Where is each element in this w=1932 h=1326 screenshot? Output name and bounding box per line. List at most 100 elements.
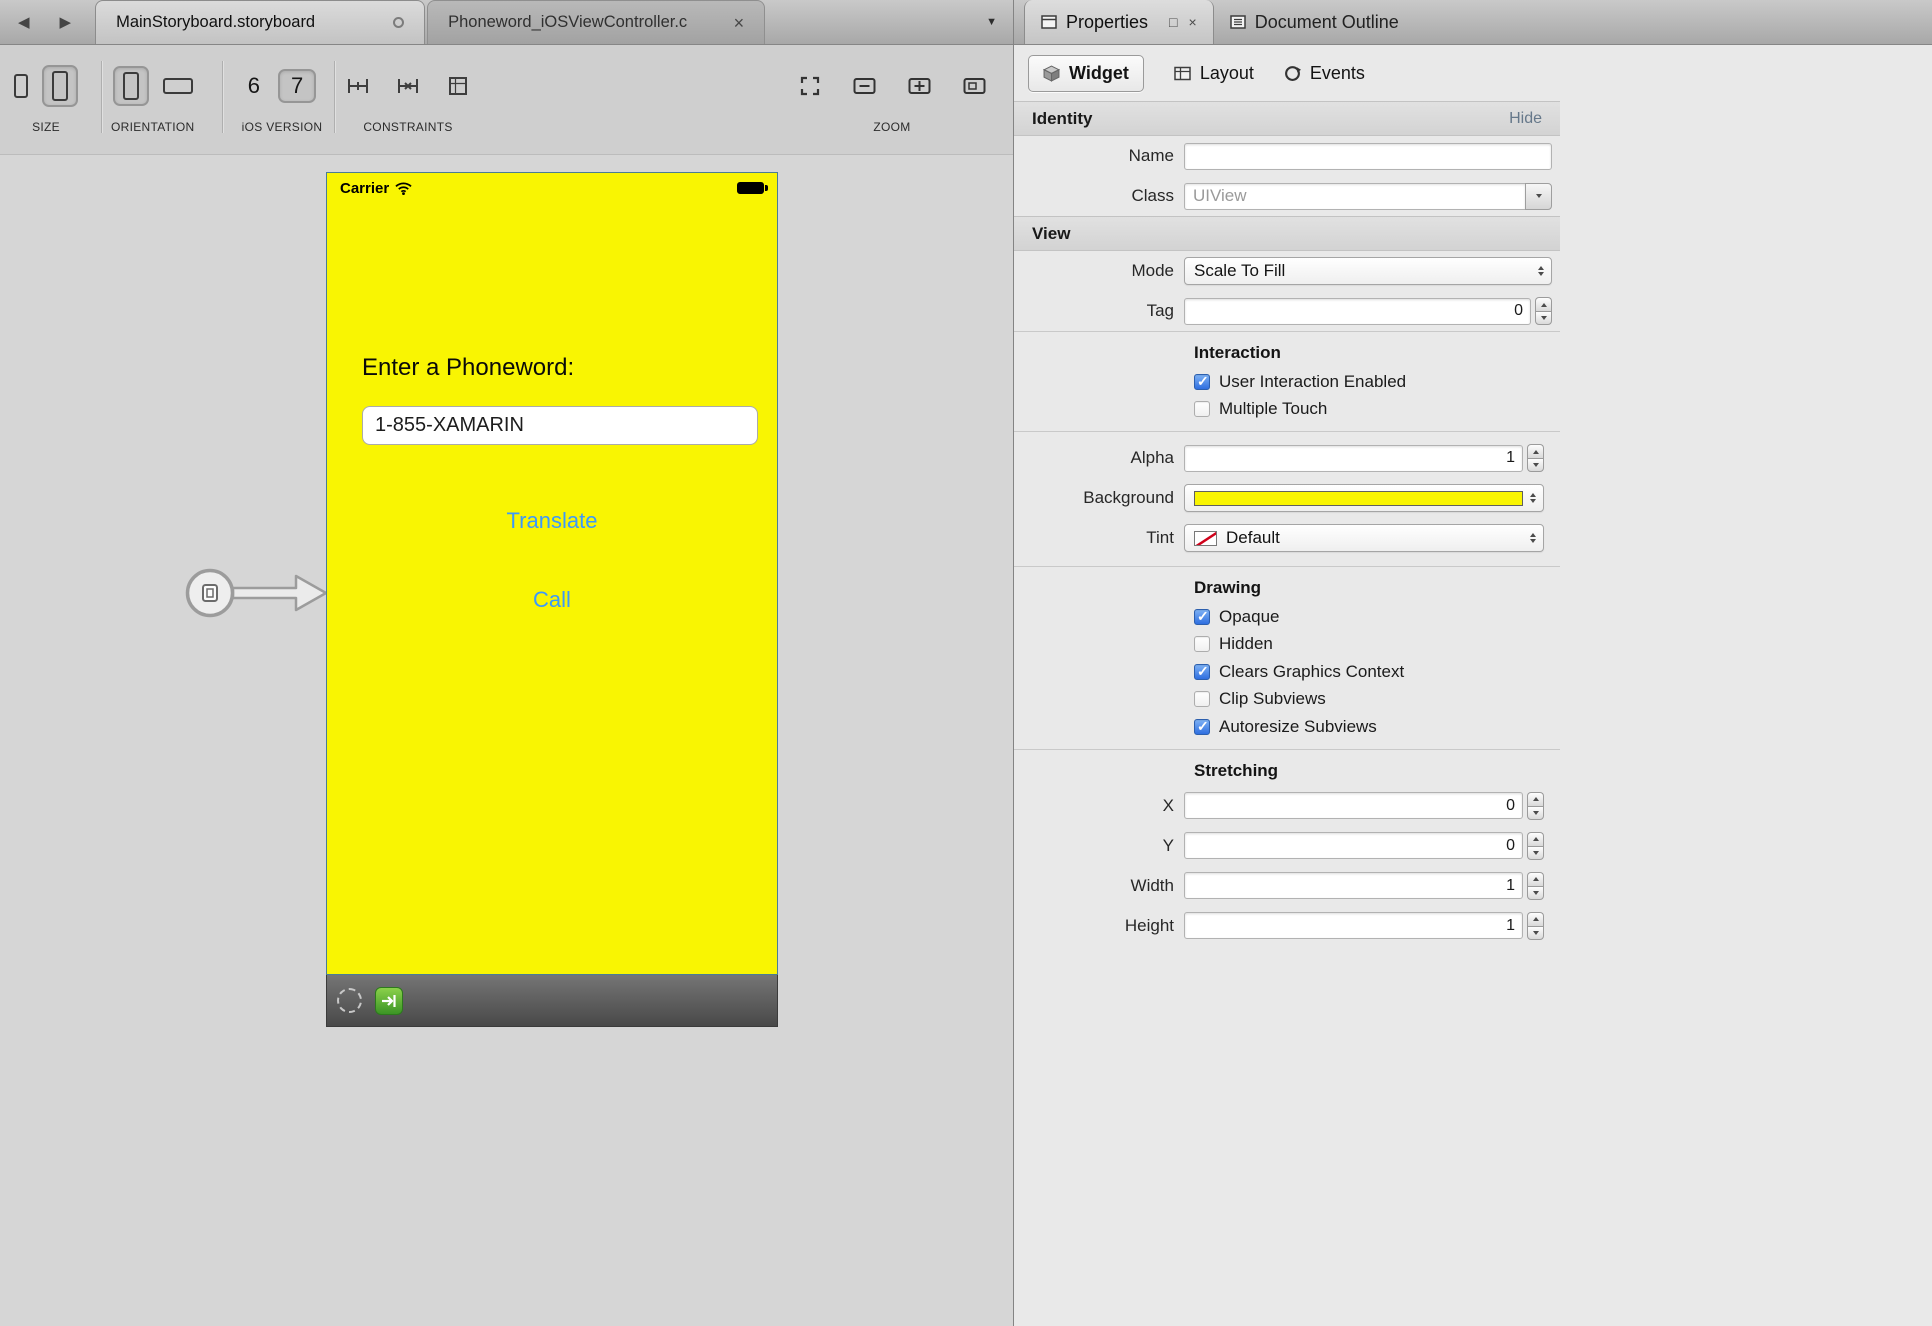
width-stepper[interactable] [1527,872,1544,900]
back-icon[interactable]: ◀ [18,13,30,31]
width-constraint-icon[interactable] [345,73,371,99]
stretch-y-row: Y [1014,826,1552,866]
zoom-in-icon[interactable] [906,73,933,99]
phoneword-input[interactable] [362,406,758,445]
x-input[interactable] [1184,792,1523,819]
tag-input[interactable] [1184,298,1531,325]
inspector-tab-bar: Properties □ × Document Outline [1014,0,1932,45]
ios6-button[interactable]: 6 [248,73,260,99]
stepper-up[interactable] [1527,444,1544,458]
name-input[interactable] [1184,143,1552,170]
popup-arrows-icon [1538,266,1544,277]
close-panel-icon[interactable]: × [1189,14,1197,30]
initial-view-controller-arrow[interactable] [183,562,329,624]
translate-button[interactable]: Translate [327,508,777,534]
subtab-events[interactable]: Events [1284,63,1365,84]
stepper-up[interactable] [1527,792,1544,806]
call-button[interactable]: Call [327,587,777,613]
stepper-down[interactable] [1527,886,1544,900]
nav-history: ◀ ▶ [0,0,95,44]
x-stepper[interactable] [1527,792,1544,820]
frame-constraint-icon[interactable] [445,73,471,99]
checkbox-row: User Interaction Enabled [1014,368,1552,396]
opaque-checkbox[interactable] [1194,609,1210,625]
mode-dropdown[interactable]: Scale To Fill [1184,257,1552,285]
zoom-out-icon[interactable] [851,73,878,99]
portrait-icon [123,72,139,100]
fullscreen-icon[interactable] [797,73,823,99]
orientation-portrait-selected[interactable] [113,66,149,106]
subtab-widget[interactable]: Widget [1028,55,1144,92]
size-4inch-selected[interactable] [42,65,78,107]
view-controller-dock [326,975,778,1027]
tab-viewcontroller[interactable]: Phoneword_iOSViewController.c × [427,0,765,44]
class-row: Class UIView [1014,176,1560,216]
exit-segue-icon[interactable] [375,987,403,1015]
multiple-touch-checkbox[interactable] [1194,401,1210,417]
hidden-checkbox[interactable] [1194,636,1210,652]
phoneword-prompt-label[interactable]: Enter a Phoneword: [362,354,574,382]
stepper-down[interactable] [1535,311,1552,325]
tab-mainstoryboard[interactable]: MainStoryboard.storyboard [95,0,425,44]
tint-dropdown[interactable]: Default [1184,524,1544,552]
background-color-dropdown[interactable] [1184,484,1544,512]
alpha-stepper[interactable] [1527,444,1544,472]
actual-size-icon[interactable] [961,73,988,99]
stepper-down[interactable] [1527,458,1544,472]
y-input[interactable] [1184,832,1523,859]
designer-window: ◀ ▶ MainStoryboard.storyboard Phoneword_… [0,0,1932,1326]
subtab-layout[interactable]: Layout [1174,63,1254,84]
checkbox-row: Clip Subviews [1014,686,1552,714]
user-interaction-checkbox[interactable] [1194,374,1210,390]
stepper-up[interactable] [1535,297,1552,311]
tab-properties[interactable]: Properties □ × [1024,0,1214,44]
class-combobox[interactable]: UIView [1184,183,1552,210]
height-input[interactable] [1184,912,1523,939]
checkbox-label: Clip Subviews [1219,689,1326,709]
autoresize-subviews-checkbox[interactable] [1194,719,1210,735]
no-color-swatch [1194,531,1217,546]
class-value[interactable]: UIView [1184,183,1525,210]
stepper-up[interactable] [1527,832,1544,846]
size-3.5inch-icon[interactable] [14,74,28,98]
tint-row: Tint Default [1014,518,1552,558]
design-canvas[interactable]: Carrier Enter a Phoneword: Transl [0,155,1013,1326]
class-dropdown-button[interactable] [1525,183,1552,210]
tab-overflow-icon[interactable]: ▼ [986,16,997,28]
checkbox-label: Multiple Touch [1219,399,1327,419]
height-stepper[interactable] [1527,912,1544,940]
y-stepper[interactable] [1527,832,1544,860]
uiview-canvas[interactable]: Carrier Enter a Phoneword: Transl [326,172,778,975]
stepper-down[interactable] [1527,926,1544,940]
designer-toolbar: SIZE ORIENTATION 6 7 [0,45,1013,155]
ios-version-group-label: iOS VERSION [242,120,323,134]
width-input[interactable] [1184,872,1523,899]
drawing-header: Drawing [1014,573,1552,603]
x-label: X [1014,796,1184,816]
close-tab-icon[interactable]: × [734,14,745,32]
subtab-label: Widget [1069,63,1129,84]
detach-panel-icon[interactable]: □ [1169,14,1177,30]
landscape-icon[interactable] [163,78,193,94]
events-icon [1284,65,1301,82]
view-controller[interactable]: Carrier Enter a Phoneword: Transl [326,172,778,1027]
first-responder-icon[interactable] [337,988,362,1013]
alpha-input[interactable] [1184,445,1523,472]
remove-constraint-icon[interactable] [395,73,421,99]
stepper-up[interactable] [1527,872,1544,886]
hide-link[interactable]: Hide [1509,110,1542,128]
checkbox-label: Hidden [1219,634,1273,654]
interaction-header: Interaction [1014,338,1552,368]
clears-graphics-context-checkbox[interactable] [1194,664,1210,680]
stepper-up[interactable] [1527,912,1544,926]
stepper-down[interactable] [1527,806,1544,820]
popup-arrows-icon [1530,493,1536,504]
clip-subviews-checkbox[interactable] [1194,691,1210,707]
stepper-down[interactable] [1527,846,1544,860]
tag-stepper[interactable] [1535,297,1552,325]
mode-value: Scale To Fill [1194,261,1531,281]
tab-document-outline[interactable]: Document Outline [1214,0,1415,44]
stretch-width-row: Width [1014,866,1552,906]
forward-icon[interactable]: ▶ [60,13,72,31]
ios7-button-selected[interactable]: 7 [278,69,316,103]
